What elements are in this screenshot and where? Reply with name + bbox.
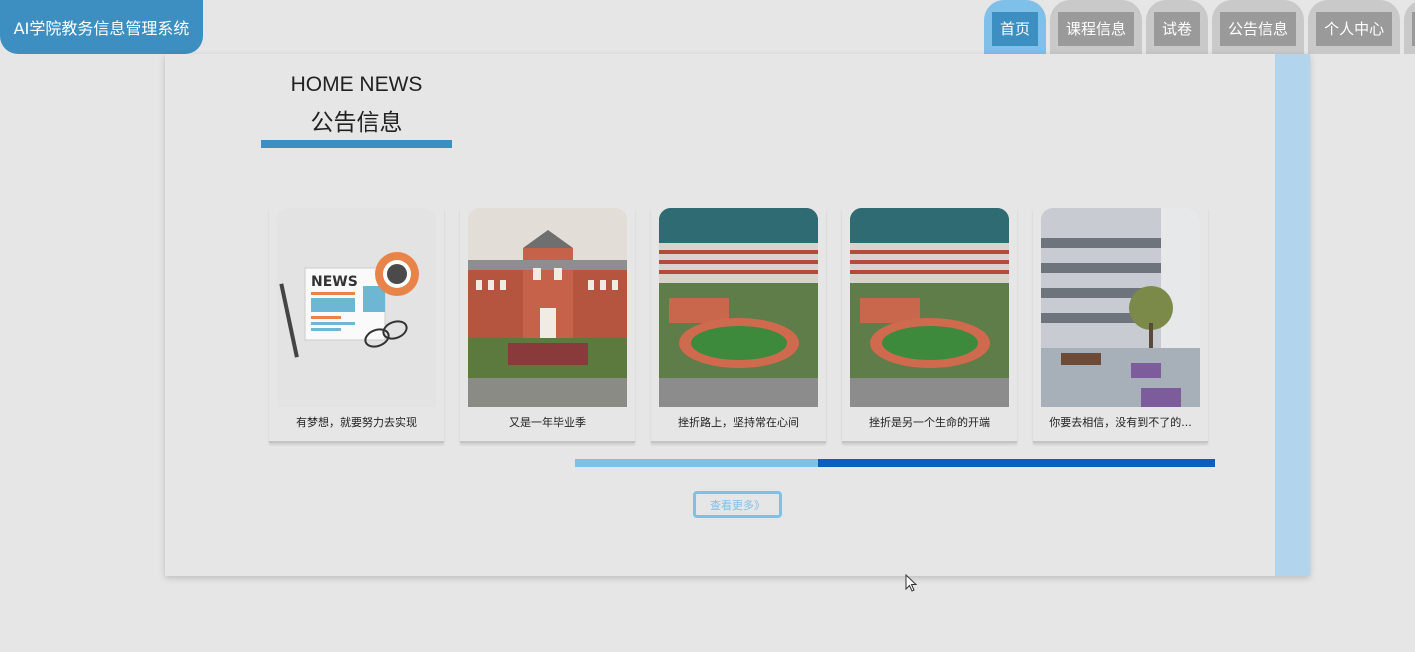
campus-aerial-image xyxy=(659,208,818,407)
top-nav: 首页 课程信息 试卷 公告信息 个人中心 后 xyxy=(984,0,1415,54)
section-title-cn: 公告信息 xyxy=(310,110,403,136)
title-underline xyxy=(261,140,452,148)
view-more-button[interactable]: 查看更多》 xyxy=(693,491,782,518)
news-card[interactable]: NEWS 有梦想，就要努力去实现 xyxy=(269,208,444,443)
svg-text:NEWS: NEWS xyxy=(311,274,358,290)
panel-side-strip xyxy=(1275,54,1310,576)
app-brand: AI学院教务信息管理系统 xyxy=(0,0,203,54)
tab-announcements[interactable]: 公告信息 xyxy=(1212,0,1305,54)
tab-exams-label: 试卷 xyxy=(1154,12,1201,46)
tab-courses-label: 课程信息 xyxy=(1058,12,1135,46)
news-card[interactable]: 挫折路上，坚持常在心间 xyxy=(651,208,826,443)
news-panel: HOME NEWS 公告信息 NEWS 有梦想，就要努力去实现 又是一年毕业季 … xyxy=(165,54,1310,576)
tab-profile-label: 个人中心 xyxy=(1316,12,1393,46)
campus-courtyard-image xyxy=(1041,208,1200,407)
news-card[interactable]: 挫折是另一个生命的开端 xyxy=(842,208,1017,443)
tab-courses[interactable]: 课程信息 xyxy=(1050,0,1143,54)
tab-admin[interactable]: 后 xyxy=(1404,0,1415,54)
news-card-caption: 有梦想，就要努力去实现 xyxy=(296,416,417,429)
section-title-en: HOME NEWS xyxy=(290,73,423,96)
carousel-progress-fill xyxy=(575,459,819,467)
news-card[interactable]: 又是一年毕业季 xyxy=(460,208,635,443)
news-illustration-image: NEWS xyxy=(277,208,436,407)
mouse-cursor-icon xyxy=(905,574,918,592)
campus-aerial-image xyxy=(850,208,1009,407)
news-card-caption: 你要去相信，没有到不了的... xyxy=(1049,416,1192,429)
news-card-caption: 挫折路上，坚持常在心间 xyxy=(678,416,799,429)
tab-home[interactable]: 首页 xyxy=(984,0,1047,54)
news-card-caption: 挫折是另一个生命的开端 xyxy=(869,416,990,429)
tab-exams[interactable]: 试卷 xyxy=(1146,0,1209,54)
news-card[interactable]: 你要去相信，没有到不了的... xyxy=(1033,208,1208,443)
tab-announcements-label: 公告信息 xyxy=(1220,12,1297,46)
tab-profile[interactable]: 个人中心 xyxy=(1308,0,1401,54)
campus-building-image xyxy=(468,208,627,407)
tab-home-label: 首页 xyxy=(992,12,1039,46)
carousel-progress xyxy=(575,459,1215,467)
news-card-caption: 又是一年毕业季 xyxy=(509,416,586,429)
